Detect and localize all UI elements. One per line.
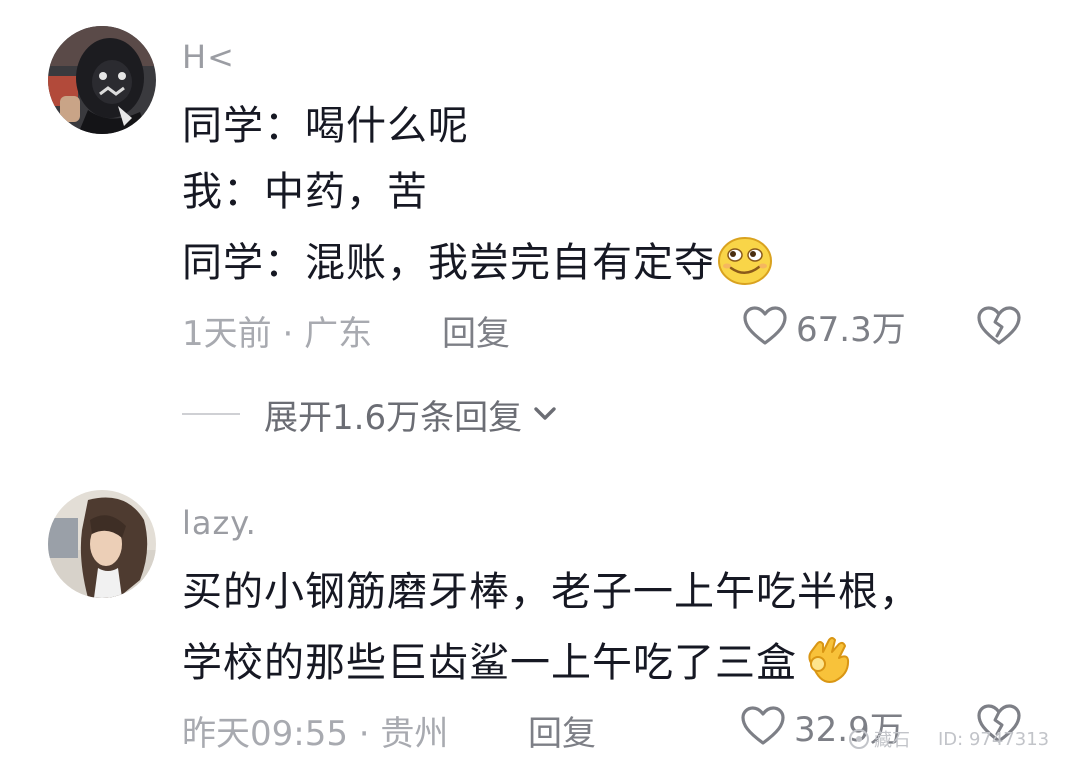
expand-replies-button[interactable]: 展开1.6万条回复 bbox=[182, 392, 560, 438]
comment-author[interactable]: lazy. bbox=[182, 504, 257, 542]
meta-dot: · bbox=[282, 314, 305, 354]
chevron-down-icon bbox=[534, 407, 556, 420]
meta-dot: · bbox=[358, 714, 381, 754]
comment-time: 1天前 bbox=[182, 314, 272, 354]
comment-meta: 1天前 · 广东 bbox=[182, 306, 372, 355]
watermark-brand: 藏石 bbox=[874, 730, 910, 751]
like-count: 67.3万 bbox=[796, 309, 906, 350]
comment-text-line: 同学：喝什么呢 bbox=[182, 103, 469, 149]
broken-heart-icon bbox=[977, 306, 1021, 345]
comment-text-line: 我：中药，苦 bbox=[182, 169, 428, 215]
comment-time: 昨天09:55 bbox=[182, 714, 348, 754]
avatar[interactable] bbox=[48, 26, 156, 134]
comment-meta: 昨天09:55 · 贵州 bbox=[182, 706, 448, 755]
avatar[interactable] bbox=[48, 490, 156, 598]
ok-hand-icon bbox=[799, 632, 853, 697]
like-button[interactable]: 67.3万 bbox=[742, 302, 906, 350]
expand-divider bbox=[182, 413, 240, 415]
comment-text-span: 同学：混账，我尝完自有定夺 bbox=[182, 240, 715, 286]
comment-text-line: 同学：混账，我尝完自有定夺 bbox=[182, 234, 773, 297]
watermark-id: ID: 9747313 bbox=[938, 728, 1050, 750]
comment-text-line: 买的小钢筋磨牙棒，老子一上午吃半根， bbox=[182, 569, 920, 615]
dislike-button[interactable] bbox=[976, 305, 1022, 351]
comment-author[interactable]: H< bbox=[182, 38, 235, 76]
comment-text-line: 学校的那些巨齿鲨一上午吃了三盒 bbox=[182, 632, 853, 697]
brand-logo-icon bbox=[849, 729, 869, 749]
heart-icon bbox=[743, 306, 787, 345]
reply-button[interactable]: 回复 bbox=[528, 706, 596, 755]
heart-icon bbox=[741, 706, 785, 745]
comment-location: 贵州 bbox=[380, 714, 449, 754]
expand-replies-label: 展开1.6万条回复 bbox=[264, 397, 523, 438]
comment-text-span: 学校的那些巨齿鲨一上午吃了三盒 bbox=[182, 640, 797, 686]
smirk-face-icon bbox=[717, 234, 773, 297]
reply-button[interactable]: 回复 bbox=[442, 306, 510, 355]
comment-location: 广东 bbox=[304, 314, 373, 354]
comment-item: lazy. 买的小钢筋磨牙棒，老子一上午吃半根， 学校的那些巨齿鲨一上午吃了三盒… bbox=[0, 470, 1080, 769]
comment-item: H< 同学：喝什么呢 我：中药，苦 同学：混账，我尝完自有定夺 1天前 · 广东… bbox=[0, 0, 1080, 380]
watermark: 藏石 ID: 9747313 bbox=[848, 726, 1049, 752]
